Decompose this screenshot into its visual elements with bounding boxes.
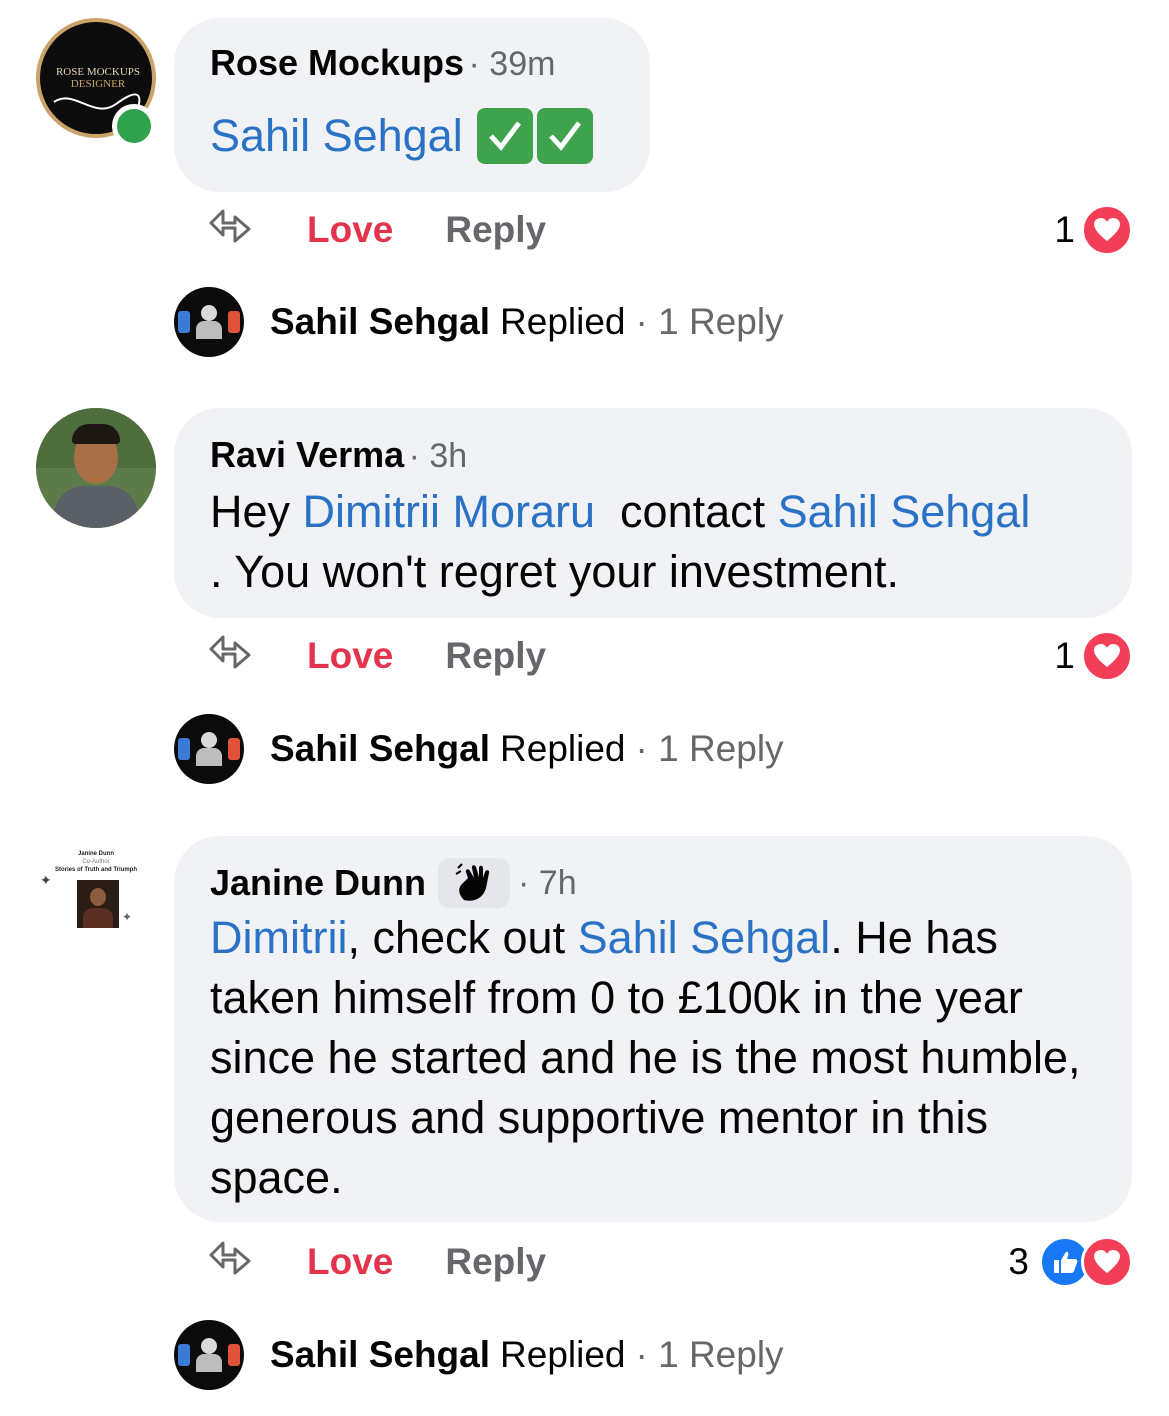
replies-link[interactable]: Sahil Sehgal Replied · 1 Reply [174, 287, 784, 357]
check-mark-icon [476, 108, 533, 164]
reaction-summary[interactable]: 1 [1054, 630, 1133, 682]
avatar-photo [77, 880, 119, 928]
mention-link[interactable]: Dimitrii [210, 912, 347, 963]
comment-bubble: Rose Mockups · 39m Sahil Sehgal [174, 18, 650, 192]
wave-badge-icon [438, 858, 511, 908]
heart-reaction-icon [1081, 1236, 1133, 1288]
love-button[interactable]: Love [307, 1241, 393, 1283]
reaction-count: 1 [1054, 209, 1075, 250]
comment-time[interactable]: · 7h [518, 864, 577, 903]
love-button[interactable]: Love [307, 209, 393, 251]
comment-actions: Love Reply [205, 626, 546, 686]
heart-reaction-icon [1081, 204, 1133, 256]
comment-actions: Love Reply [205, 1232, 546, 1292]
avatar-janine-dunn[interactable]: Janine Dunn Co-Author Stories of Truth a… [36, 836, 156, 956]
replied-label: Replied [500, 1334, 626, 1375]
reply-count[interactable]: · 1 Reply [636, 1334, 784, 1376]
comment-author[interactable]: Ravi Verma [210, 434, 404, 475]
avatar-sahil-sehgal[interactable] [174, 287, 244, 357]
reply-button[interactable]: Reply [445, 1241, 546, 1283]
mention-link[interactable]: Sahil Sehgal [210, 106, 463, 166]
avatar-sahil-sehgal[interactable] [174, 1320, 244, 1390]
comment-time[interactable]: · 39m [469, 45, 556, 83]
heart-reaction-icon [1081, 630, 1133, 682]
replied-author[interactable]: Sahil Sehgal [270, 728, 490, 770]
avatar-ravi-verma[interactable] [36, 408, 156, 528]
reply-count[interactable]: · 1 Reply [636, 728, 784, 770]
reaction-count: 3 [1008, 1241, 1029, 1282]
comment-body: Dimitrii, check out Sahil Sehgal. He has… [210, 912, 1081, 1203]
reply-count[interactable]: · 1 Reply [636, 301, 784, 343]
reaction-summary[interactable]: 3 [1008, 1236, 1133, 1288]
reply-button[interactable]: Reply [445, 635, 546, 677]
replies-link[interactable]: Sahil Sehgal Replied · 1 Reply [174, 1320, 784, 1390]
replied-label: Replied [500, 301, 626, 342]
reply-button[interactable]: Reply [445, 209, 546, 251]
reaction-count: 1 [1054, 635, 1075, 676]
mention-link[interactable]: Sahil Sehgal [778, 486, 1031, 537]
replied-author[interactable]: Sahil Sehgal [270, 301, 490, 343]
mention-link[interactable]: Sahil Sehgal [578, 912, 831, 963]
share-icon[interactable] [205, 203, 255, 258]
avatar-sahil-sehgal[interactable] [174, 714, 244, 784]
share-icon[interactable] [205, 629, 255, 684]
share-icon[interactable] [205, 1235, 255, 1290]
replied-label: Replied [500, 728, 626, 769]
replies-link[interactable]: Sahil Sehgal Replied · 1 Reply [174, 714, 784, 784]
comment-author[interactable]: Rose Mockups [210, 42, 464, 83]
love-button[interactable]: Love [307, 635, 393, 677]
online-indicator [112, 104, 156, 148]
reaction-summary[interactable]: 1 [1054, 204, 1133, 256]
comment-bubble: Ravi Verma · 3h Hey Dimitrii Moraru cont… [174, 408, 1132, 618]
mention-link[interactable]: Dimitrii Moraru [303, 486, 596, 537]
replied-author[interactable]: Sahil Sehgal [270, 1334, 490, 1376]
comment-author[interactable]: Janine Dunn [210, 862, 426, 904]
check-mark-icon [536, 108, 593, 164]
comment-bubble: Janine Dunn · 7h Dimitrii, check out Sah… [174, 836, 1132, 1222]
comment-time[interactable]: · 3h [409, 437, 468, 475]
comment-actions: Love Reply [205, 200, 546, 260]
comment-body: Hey Dimitrii Moraru contact Sahil Sehgal… [210, 486, 1031, 597]
